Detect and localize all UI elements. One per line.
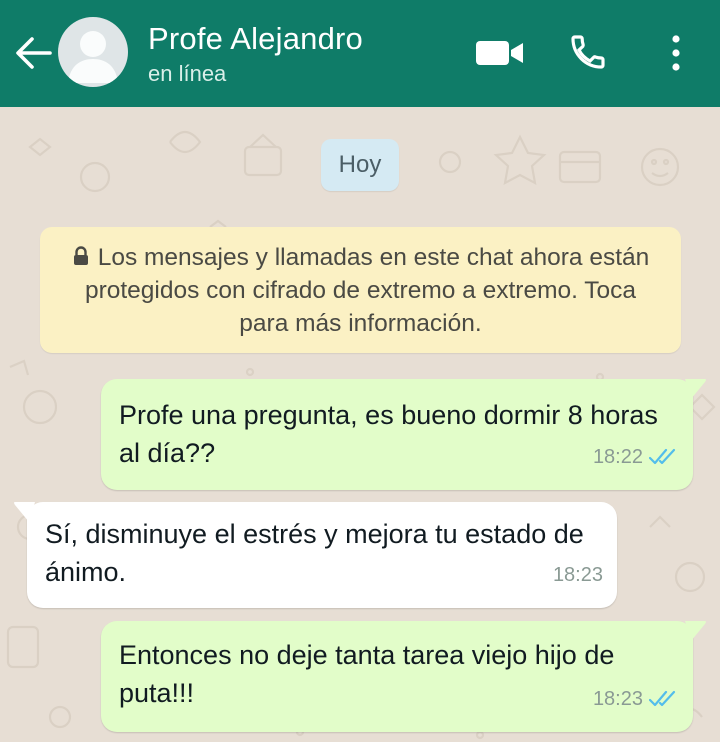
outgoing-message[interactable]: Profe una pregunta, es bueno dormir 8 ho… bbox=[101, 379, 706, 490]
message-meta: 18:22 bbox=[593, 438, 679, 476]
avatar[interactable] bbox=[58, 17, 128, 87]
incoming-message[interactable]: Sí, disminuye el estrés y mejora tu esta… bbox=[14, 502, 617, 608]
outgoing-message[interactable]: Entonces no deje tanta tarea viejo hijo … bbox=[101, 621, 706, 732]
message-time: 18:22 bbox=[592, 446, 643, 468]
double-check-read-icon bbox=[649, 690, 676, 707]
chat-area[interactable]: Hoy Los mensajes y llamadas en este chat… bbox=[0, 107, 720, 742]
message-time: 18:23 bbox=[592, 688, 643, 710]
date-chip: Hoy bbox=[321, 139, 399, 191]
bubble-tail bbox=[14, 502, 35, 522]
message-meta: 18:23 bbox=[553, 556, 603, 594]
double-check-read-icon bbox=[649, 448, 676, 465]
chat-header: Profe Alejandro en línea bbox=[0, 0, 720, 107]
video-call-icon[interactable] bbox=[475, 38, 525, 68]
message-text: Profe una pregunta, es bueno dormir 8 ho… bbox=[119, 400, 658, 468]
contact-name[interactable]: Profe Alejandro bbox=[148, 21, 363, 57]
phone-icon[interactable] bbox=[568, 32, 608, 72]
encryption-notice[interactable]: Los mensajes y llamadas en este chat aho… bbox=[40, 227, 681, 353]
bubble-tail bbox=[685, 621, 706, 641]
lock-icon bbox=[73, 246, 88, 265]
message-text: Entonces no deje tanta tarea viejo hijo … bbox=[119, 640, 615, 708]
encryption-notice-text: Los mensajes y llamadas en este chat aho… bbox=[84, 244, 650, 337]
bubble-tail bbox=[685, 379, 706, 399]
avatar-placeholder-icon bbox=[68, 31, 118, 83]
back-arrow-icon[interactable] bbox=[14, 36, 52, 70]
contact-status: en línea bbox=[148, 61, 227, 86]
more-options-icon[interactable] bbox=[664, 34, 688, 72]
message-time: 18:23 bbox=[552, 564, 603, 586]
message-text: Sí, disminuye el estrés y mejora tu esta… bbox=[45, 519, 584, 587]
message-meta: 18:23 bbox=[593, 680, 679, 718]
